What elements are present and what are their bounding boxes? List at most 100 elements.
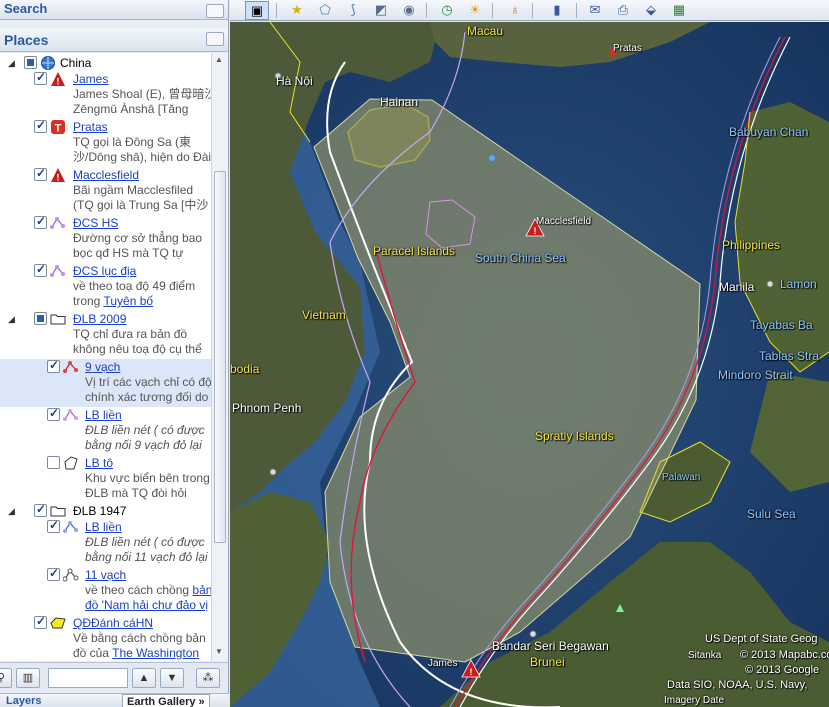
move-down-icon[interactable]: ▼ [160,668,184,688]
dcs-lucdia-checkbox[interactable] [34,262,47,277]
planets-icon[interactable]: ♁ [504,1,526,20]
label-hainan: Hainan [380,95,419,109]
lblien2009-desc-2: bằng nối 9 vạch đỏ lại [85,438,202,452]
lbto-checkbox[interactable] [47,456,60,469]
dlb2009-link[interactable]: ĐLB 2009 [73,312,126,326]
james-checkbox[interactable] [34,70,47,85]
label-spratly: Spratly Islands [535,429,614,443]
lblien2009-checkbox[interactable] [47,406,60,421]
washington-link[interactable]: The Washington [112,646,199,660]
save-image-icon[interactable]: ⬙ [640,1,662,20]
historical-imagery-icon[interactable]: ◷ [436,1,458,20]
lblien1947-link[interactable]: LB liền [85,520,122,534]
macclesfield-link[interactable]: Macclesfield [73,168,139,182]
tree-node-lblien-2009[interactable]: LB liền ĐLB liền nét ( có được bằng nối … [0,406,211,453]
collapse-arrow-icon[interactable]: ◢ [8,314,18,325]
tree-node-dlb2009[interactable]: ◢ ĐLB 2009 TQ chỉ đưa ra bản đồ không nê… [0,311,211,357]
dlb2009-checkbox[interactable] [34,312,47,325]
pratas-desc-1: TQ gọi là Đông Sa (東 [73,135,192,149]
ban-link[interactable]: bản [192,583,211,597]
tree-node-james[interactable]: ! James James Shoal (E), 曾母暗沙 Zēngmǔ Àns… [0,70,211,117]
tree-node-dcs-lucdia[interactable]: ĐCS lục địa về theo toạ độ 49 điểm trong… [0,262,211,309]
nam-hai-link[interactable]: đồ 'Nam hải chư đảo vị [85,598,208,612]
scroll-down-icon[interactable]: ▼ [215,647,223,656]
image-overlay-icon[interactable]: ◩ [370,1,392,20]
tree-node-china[interactable]: ◢ China [0,55,211,71]
tree-node-dlb1947[interactable]: ◢ ĐLB 1947 [0,502,211,519]
places-filter-input[interactable] [48,668,128,688]
qddanhca-checkbox[interactable] [34,614,47,629]
james-desc-2: Zēngmǔ Ànshā [Tăng [73,102,189,116]
view-in-maps-icon[interactable]: ▦ [668,1,690,20]
collapse-arrow-icon[interactable]: ◢ [8,58,18,69]
record-tour-icon[interactable]: ◉ [398,1,420,20]
places-panel-header[interactable]: Places [0,28,228,52]
elevendash-link[interactable]: 11 vạch [85,568,126,582]
tree-node-pratas[interactable]: T Pratas TQ gọi là Đông Sa (東 沙/Dōng shā… [0,118,211,165]
macclesfield-desc-2: (TQ gọi là Trung Sa [中沙 [73,198,209,212]
dcs-lucdia-desc-1: về theo toạ độ 49 điểm [73,279,196,293]
places-tree: ◢ China ! James James Shoal (E), 曾母暗沙 Zē… [0,53,211,661]
places-bottom-bar: ⚲ ▥ ▲ ▼ ⁂ [0,662,228,692]
tree-node-lbto[interactable]: LB tô Khu vực biển bên trong ĐLB mà TQ đ… [0,455,211,501]
lblien2009-link[interactable]: LB liền [85,408,122,422]
credit-mapabc: © 2013 Mapabc.com [740,649,829,661]
search-icon[interactable]: ⚲ [0,668,12,688]
folder-icon [50,314,66,325]
tree-node-macclesfield[interactable]: ! Macclesfield Bãi ngầm Macclesfiled (TQ… [0,166,211,213]
sunlight-icon[interactable]: ☀ [464,1,486,20]
china-checkbox[interactable] [24,56,37,69]
placemark-icon[interactable]: ★ [286,1,308,20]
pratas-desc-2: 沙/Dōng shā), hiện do Đài [73,150,211,164]
email-icon[interactable]: ✉ [584,1,606,20]
pratas-checkbox[interactable] [34,118,47,133]
lblien1947-checkbox[interactable] [47,518,60,533]
james-desc-1: James Shoal (E), 曾母暗沙 [73,87,211,101]
ruler-icon[interactable]: ▮ [546,1,568,20]
scroll-up-icon[interactable]: ▲ [215,55,223,64]
dlb2009-desc-2: không nêu toạ độ cụ thể [73,342,202,356]
ninedash-checkbox[interactable] [47,358,60,373]
tree-node-11dash[interactable]: 11 vạch về theo cách chồng bản đồ 'Nam h… [0,566,211,613]
search-panel-header[interactable]: Search [0,0,228,20]
tree-node-qddanhca[interactable]: QĐĐánh cáHN Về bằng cách chồng bản đồ củ… [0,614,211,661]
scroll-thumb[interactable] [214,171,226,543]
macclesfield-checkbox[interactable] [34,166,47,181]
dcs-hs-link[interactable]: ĐCS HS [73,216,118,230]
layers-panel-header[interactable]: Layers Earth Gallery » [0,693,229,707]
toolbar-separator [492,3,493,18]
sidebar-toggle-icon[interactable]: ▣ [245,1,269,20]
label-bandar: Bandar Seri Begawan [492,639,609,653]
places-collapse-button[interactable] [206,32,224,46]
panel-toggle-icon[interactable]: ▥ [16,668,40,688]
map-view[interactable]: ! ! Macau Hà Nội Pratas Hainan Babuyan C… [230,22,829,707]
qddanhca-link[interactable]: QĐĐánh cáHN [73,616,153,630]
elevendash-checkbox[interactable] [47,566,60,581]
tree-node-dcs-hs[interactable]: ĐCS HS Đường cơ sở thẳng bao bọc qđ HS m… [0,214,211,261]
tree-scrollbar[interactable]: ▲ ▼ [211,53,228,661]
pratas-link[interactable]: Pratas [73,120,108,134]
search-collapse-button[interactable] [206,4,224,18]
tuyen-bo-link[interactable]: Tuyên bố [103,294,153,308]
dcs-hs-checkbox[interactable] [34,214,47,229]
lbto-link[interactable]: LB tô [85,456,113,470]
earth-gallery-button[interactable]: Earth Gallery » [122,694,210,707]
sidebar: Search Places ◢ China ! [0,0,229,707]
toolbar-separator [426,3,427,18]
james-link[interactable]: James [73,72,108,86]
print-icon[interactable]: ⎙ [612,1,634,20]
path-tool-icon[interactable]: ⟆ [342,1,364,20]
ninedash-link[interactable]: 9 vạch [85,360,120,374]
qddanhca-desc-prefix: đồ của [73,646,113,660]
google-earth-window: Search Places ◢ China ! [0,0,829,707]
tree-node-9dash[interactable]: 9 vạch Vị trí các vạch chỉ có độ chính x… [0,358,211,407]
tour-icon[interactable]: ⁂ [196,668,220,688]
collapse-arrow-icon[interactable]: ◢ [8,506,18,517]
move-up-icon[interactable]: ▲ [132,668,156,688]
dcs-lucdia-link[interactable]: ĐCS lục địa [73,264,136,278]
dlb1947-checkbox[interactable] [34,502,47,517]
path-icon [63,361,78,373]
polygon-tool-icon[interactable]: ⬠ [314,1,336,20]
dcs-lucdia-desc-prefix: trong [73,294,104,308]
tree-node-lblien-1947[interactable]: LB liền ĐLB liền nét ( có được bằng nối … [0,518,211,565]
